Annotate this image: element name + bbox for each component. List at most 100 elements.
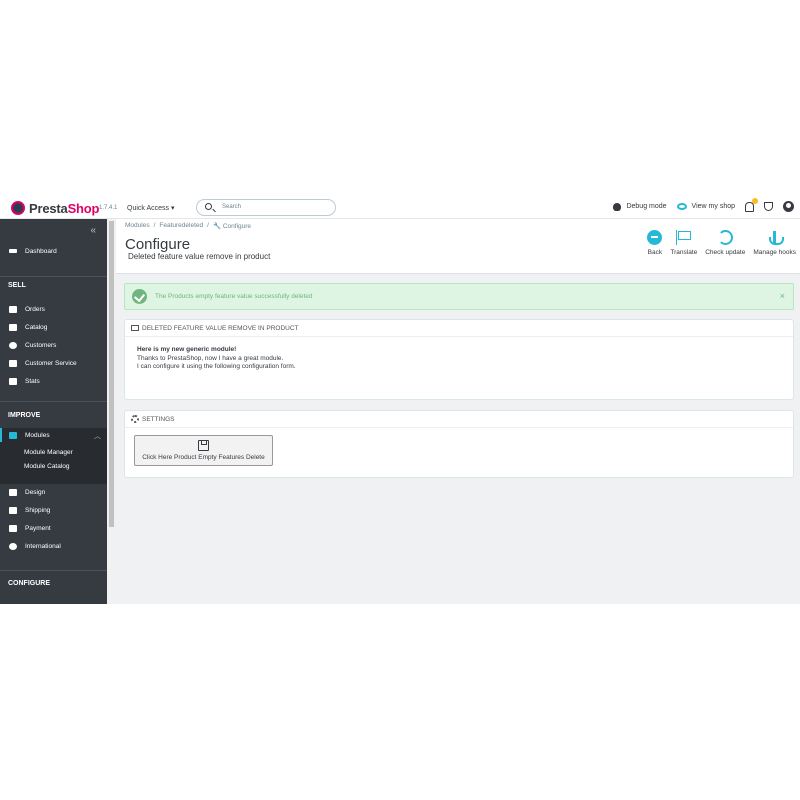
top-header: PrestaShop 1.7.4.1 Quick Access ▾ Search…	[0, 196, 800, 219]
globe-icon	[9, 542, 17, 550]
save-icon	[198, 440, 209, 451]
settings-panel: SETTINGS Click Here Product Empty Featur…	[124, 410, 794, 478]
sidebar-item-international[interactable]: International	[0, 539, 107, 553]
breadcrumb-configure-label: Configure	[222, 223, 252, 230]
delete-empty-features-label: Click Here Product Empty Features Delete	[142, 454, 265, 461]
eye-icon	[676, 203, 687, 210]
prestashop-logo[interactable]: PrestaShop	[11, 200, 99, 216]
sidebar-item-shipping[interactable]: Shipping	[0, 503, 107, 517]
sidebar-item-label: International	[25, 542, 61, 550]
panel-body: Here is my new generic module! Thanks to…	[125, 337, 793, 372]
app-window: PrestaShop 1.7.4.1 Quick Access ▾ Search…	[0, 196, 800, 604]
sidebar-item-modules[interactable]: Modules	[0, 428, 107, 442]
check-update-label: Check update	[705, 249, 746, 256]
back-button[interactable]: Back	[647, 230, 663, 256]
header-actions: Debug mode View my shop	[603, 197, 794, 212]
sidebar-item-label: Stats	[25, 377, 40, 385]
trophy-icon	[764, 202, 773, 211]
sidebar-subitem-module-manager[interactable]: Module Manager	[24, 449, 73, 456]
sidebar: « Dashboard SELL Orders Catalog Customer…	[0, 219, 107, 604]
back-label: Back	[647, 249, 663, 256]
sidebar-section-configure: CONFIGURE	[8, 580, 50, 587]
sidebar-divider	[0, 276, 107, 277]
panel-heading-label: DELETED FEATURE VALUE REMOVE IN PRODUCT	[142, 324, 299, 332]
page-header: Modules / Featuredeleted / 🔧 Configure C…	[116, 219, 800, 274]
sidebar-item-stats[interactable]: Stats	[0, 374, 107, 388]
view-my-shop-link[interactable]: View my shop	[676, 203, 735, 210]
scrollbar-thumb[interactable]	[109, 221, 114, 527]
sidebar-item-customers[interactable]: Customers	[0, 338, 107, 352]
account-icon	[9, 341, 17, 349]
employee-menu-button[interactable]	[783, 201, 794, 212]
page-subtitle: Deleted feature value remove in product	[128, 252, 271, 261]
quick-access-dropdown[interactable]: Quick Access ▾	[127, 204, 174, 212]
sidebar-scrollbar[interactable]	[107, 219, 116, 604]
sidebar-item-customer-service[interactable]: Customer Service	[0, 356, 107, 370]
alert-message: The Products empty feature value success…	[155, 293, 313, 300]
module-info-panel: DELETED FEATURE VALUE REMOVE IN PRODUCT …	[124, 319, 794, 400]
sidebar-section-sell: SELL	[8, 282, 26, 289]
sidebar-item-label: Catalog	[25, 323, 48, 331]
panel-heading: SETTINGS	[125, 411, 793, 428]
quick-access-label: Quick Access	[127, 205, 170, 212]
sidebar-section-improve: IMPROVE	[8, 412, 41, 419]
sidebar-item-design[interactable]: Design	[0, 485, 107, 499]
sidebar-item-label: Modules	[25, 431, 50, 439]
user-icon	[783, 201, 794, 212]
chevron-up-icon[interactable]: ︿	[94, 431, 101, 441]
anchor-icon	[767, 230, 785, 245]
sidebar-subitem-module-catalog[interactable]: Module Catalog	[24, 463, 70, 470]
badges-button[interactable]	[764, 202, 773, 211]
sidebar-item-dashboard[interactable]: Dashboard	[0, 244, 107, 258]
sidebar-item-label: Shipping	[25, 506, 51, 514]
version-label: 1.7.4.1	[99, 205, 118, 211]
check-update-button[interactable]: Check update	[705, 230, 745, 256]
manage-hooks-button[interactable]: Manage hooks	[753, 230, 796, 256]
desktop-icon	[9, 488, 17, 496]
bell-icon	[745, 197, 758, 212]
panel-heading: DELETED FEATURE VALUE REMOVE IN PRODUCT	[125, 320, 793, 337]
panel-heading-label: SETTINGS	[142, 415, 175, 423]
debug-mode-label: Debug mode	[626, 203, 667, 210]
sidebar-item-catalog[interactable]: Catalog	[0, 320, 107, 334]
basket-icon	[9, 305, 17, 313]
truck-icon	[9, 506, 17, 514]
translate-button[interactable]: Translate	[670, 230, 697, 256]
breadcrumb-separator: /	[153, 222, 156, 229]
chat-icon	[9, 359, 17, 367]
modules-menu-group: Modules ︿ Module Manager Module Catalog	[0, 428, 107, 484]
search-input[interactable]: Search	[196, 199, 336, 216]
collapse-sidebar-icon[interactable]: «	[90, 225, 96, 236]
store-icon	[9, 323, 17, 331]
manage-hooks-label: Manage hooks	[753, 249, 796, 256]
sidebar-item-payment[interactable]: Payment	[0, 521, 107, 535]
credit-card-icon	[131, 325, 139, 331]
search-icon	[205, 203, 212, 210]
check-circle-icon	[132, 289, 147, 304]
credit-card-icon	[9, 524, 17, 532]
translate-label: Translate	[670, 249, 698, 256]
breadcrumb: Modules / Featuredeleted / 🔧 Configure	[125, 222, 251, 230]
sidebar-item-label: Customer Service	[25, 359, 77, 367]
gears-icon	[131, 415, 139, 423]
wrench-icon: 🔧	[212, 223, 222, 230]
sidebar-item-label: Customers	[25, 341, 57, 349]
breadcrumb-modules[interactable]: Modules	[125, 222, 150, 230]
sidebar-item-label: Dashboard	[25, 247, 57, 255]
arrow-left-circle-icon	[647, 230, 663, 245]
view-my-shop-label: View my shop	[691, 203, 735, 210]
flag-icon	[676, 230, 692, 245]
notifications-button[interactable]	[745, 197, 758, 212]
breadcrumb-configure: 🔧 Configure	[213, 222, 251, 230]
sidebar-item-label: Orders	[25, 305, 45, 313]
sidebar-divider	[0, 401, 107, 402]
sidebar-item-label: Design	[25, 488, 46, 496]
breadcrumb-featuredeleted[interactable]: Featuredeleted	[159, 222, 203, 230]
breadcrumb-separator: /	[207, 222, 209, 229]
sidebar-item-orders[interactable]: Orders	[0, 302, 107, 316]
delete-empty-features-button[interactable]: Click Here Product Empty Features Delete	[134, 435, 273, 466]
close-alert-button[interactable]: ×	[780, 291, 785, 301]
prestashop-logo-icon	[11, 201, 25, 215]
debug-mode-link[interactable]: Debug mode	[613, 202, 667, 211]
success-alert: The Products empty feature value success…	[124, 283, 794, 310]
